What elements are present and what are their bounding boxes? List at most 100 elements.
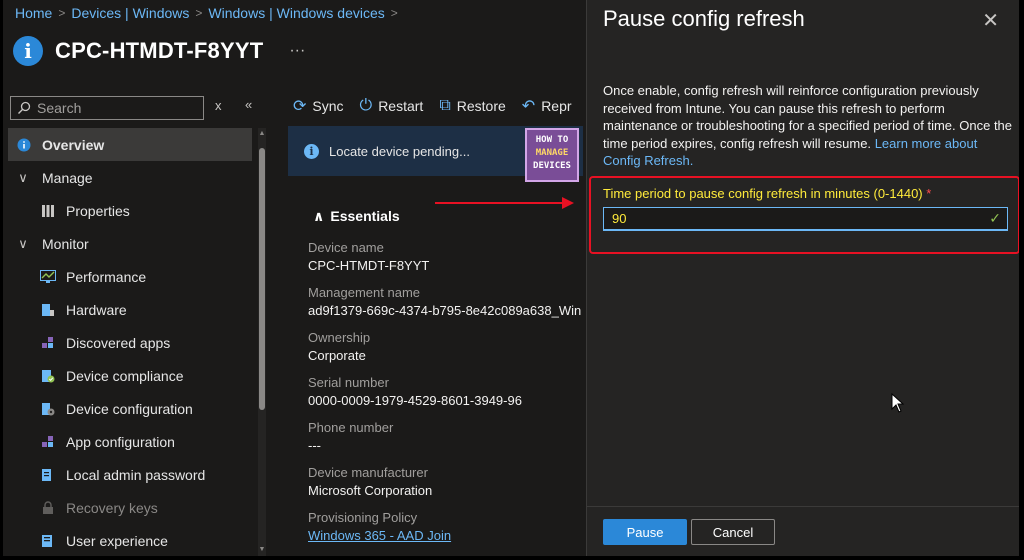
hardware-icon [40, 302, 56, 318]
pause-button[interactable]: Pause [603, 519, 687, 545]
annotation-arrow [435, 197, 574, 209]
clear-search-icon[interactable]: x [215, 98, 222, 113]
restore-icon: ⧉ [439, 97, 451, 114]
sidebar-item-label: User experience [66, 532, 168, 549]
sidebar-item-local-admin-password[interactable]: Local admin password [8, 458, 252, 491]
sidebar-item-label: Device configuration [66, 400, 193, 417]
restore-button[interactable]: ⧉ Restore [439, 97, 505, 115]
chevron-down-icon: ∨ [18, 235, 28, 251]
info-icon: i [304, 143, 319, 159]
property-ownership: Ownership Corporate [308, 330, 370, 363]
breadcrumb-home[interactable]: Home [15, 5, 52, 21]
apps-icon [40, 335, 56, 351]
property-value: Corporate [308, 348, 366, 363]
property-device-name: Device name CPC-HTMDT-F8YYT [308, 240, 429, 273]
property-label: Phone number [308, 420, 394, 435]
sync-icon: ⟳ [293, 98, 307, 115]
page-header: i CPC-HTMDT-F8YYT ··· [13, 36, 305, 66]
sidebar-item-performance[interactable]: Performance [8, 260, 252, 293]
checkmark-icon: ✓ [989, 210, 1001, 226]
reprovision-label: Repr [541, 98, 572, 114]
page-title: CPC-HTMDT-F8YYT [55, 38, 264, 63]
scroll-thumb[interactable] [259, 148, 265, 410]
breadcrumb-windows-devices[interactable]: Windows | Windows devices [208, 5, 384, 21]
sidebar-item-label: Local admin password [66, 466, 206, 483]
sidebar-item-recovery-keys[interactable]: Recovery keys [8, 491, 252, 524]
sidebar-item-label: App configuration [66, 433, 175, 450]
info-icon [16, 137, 32, 153]
time-period-label-text: Time period to pause config refresh in m… [603, 186, 923, 201]
property-label: Device manufacturer [308, 465, 428, 480]
restore-label: Restore [456, 98, 506, 114]
collapse-sidebar-icon[interactable]: « [245, 97, 252, 112]
chevron-down-icon: ∨ [18, 169, 28, 185]
properties-icon [40, 203, 56, 219]
sidebar-item-app-configuration[interactable]: App configuration [8, 425, 252, 458]
restart-label: Restart [378, 98, 424, 114]
provisioning-policy-link[interactable]: Windows 365 - AAD Join [308, 528, 451, 543]
sidebar-item-hardware[interactable]: Hardware [8, 293, 252, 326]
sync-label: Sync [312, 98, 344, 114]
cancel-button[interactable]: Cancel [691, 519, 775, 545]
sidebar-group-monitor[interactable]: ∨ Monitor [8, 227, 252, 260]
portal-window: Home > Devices | Windows > Windows | Win… [3, 0, 1021, 558]
more-options-button[interactable]: ··· [289, 42, 305, 60]
panel-title: Pause config refresh [603, 6, 805, 31]
password-icon [40, 467, 56, 483]
scroll-down-icon[interactable]: ▼ [258, 546, 266, 556]
sidebar-item-label: Manage [42, 169, 93, 186]
sidebar-group-manage[interactable]: ∨ Manage [8, 161, 252, 194]
sidebar-item-device-compliance[interactable]: Device compliance [8, 359, 252, 392]
restart-button[interactable]: ⏻ Restart [360, 97, 424, 115]
essentials-title: Essentials [330, 208, 400, 224]
pause-config-refresh-panel: Pause config refresh ✕ Once enable, conf… [586, 0, 1019, 556]
search-input[interactable] [37, 100, 187, 116]
sidebar-item-label: Device compliance [66, 367, 184, 384]
logo-line-3: DEVICES [533, 161, 571, 171]
search-icon [18, 101, 31, 114]
property-device-manufacturer: Device manufacturer Microsoft Corporatio… [308, 465, 432, 498]
performance-icon [40, 269, 56, 285]
essentials-toggle[interactable]: ∧ Essentials [313, 208, 400, 225]
sidebar-item-label: Monitor [42, 235, 89, 252]
sidebar-item-device-configuration[interactable]: Device configuration [8, 392, 252, 425]
how-to-manage-devices-logo: HOW TO MANAGE DEVICES [525, 128, 579, 182]
chevron-right-icon: > [195, 6, 203, 20]
property-value: Microsoft Corporation [308, 483, 433, 498]
sidebar-scrollbar[interactable]: ▲ ▼ [258, 128, 266, 556]
breadcrumb: Home > Devices | Windows > Windows | Win… [15, 5, 398, 21]
power-icon: ⏻ [359, 97, 373, 114]
sidebar-item-label: Performance [66, 268, 147, 285]
scroll-up-icon[interactable]: ▲ [258, 130, 266, 140]
property-label: Ownership [308, 330, 371, 345]
sidebar-item-discovered-apps[interactable]: Discovered apps [8, 326, 252, 359]
logo-line-1: HOW TO [535, 135, 569, 145]
undo-icon: ↶ [521, 98, 536, 115]
property-value: CPC-HTMDT-F8YYT [308, 258, 430, 273]
sidebar: Overview ∨ Manage Properties ∨ Monitor P… [8, 128, 266, 556]
mouse-cursor-icon [891, 393, 905, 413]
sidebar-item-properties[interactable]: Properties [8, 194, 252, 227]
reprovision-button[interactable]: ↶ Repr [522, 96, 572, 116]
sidebar-item-user-experience[interactable]: User experience [8, 524, 252, 556]
notification-text: Locate device pending... [329, 143, 470, 159]
sidebar-item-label: Recovery keys [66, 499, 158, 516]
panel-footer: Pause Cancel [587, 506, 1019, 556]
close-icon[interactable]: ✕ [982, 8, 999, 33]
chevron-up-icon: ∧ [313, 208, 325, 224]
breadcrumb-devices-windows[interactable]: Devices | Windows [71, 5, 189, 21]
required-marker: * [926, 186, 932, 201]
time-period-input[interactable] [604, 211, 974, 226]
property-value: ad9f1379-669c-4374-b795-8e42c089a638_Win [308, 303, 582, 318]
sidebar-item-overview[interactable]: Overview [8, 128, 252, 161]
sidebar-item-label: Properties [66, 202, 130, 219]
property-management-name: Management name ad9f1379-669c-4374-b795-… [308, 285, 581, 318]
property-label: Provisioning Policy [308, 510, 418, 525]
property-label: Serial number [308, 375, 389, 390]
time-period-label: Time period to pause config refresh in m… [603, 186, 931, 201]
chevron-right-icon: > [58, 6, 66, 20]
sync-button[interactable]: ⟳ Sync [293, 96, 344, 116]
app-config-icon [40, 434, 56, 450]
property-provisioning-policy: Provisioning Policy Windows 365 - AAD Jo… [308, 510, 451, 543]
compliance-icon [40, 368, 56, 384]
